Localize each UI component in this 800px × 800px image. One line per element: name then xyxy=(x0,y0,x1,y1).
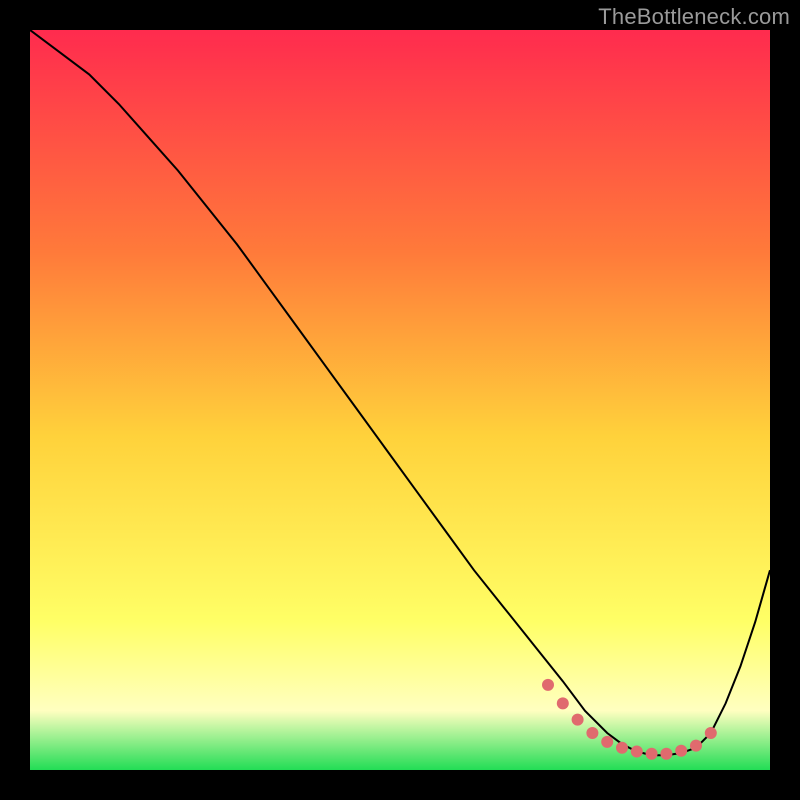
gradient-background xyxy=(30,30,770,770)
marker-dot xyxy=(616,742,628,754)
marker-dot xyxy=(542,679,554,691)
watermark-text: TheBottleneck.com xyxy=(598,4,790,30)
marker-dot xyxy=(675,745,687,757)
chart-svg xyxy=(30,30,770,770)
marker-dot xyxy=(660,748,672,760)
marker-dot xyxy=(646,748,658,760)
marker-dot xyxy=(572,714,584,726)
marker-dot xyxy=(601,736,613,748)
marker-dot xyxy=(586,727,598,739)
marker-dot xyxy=(557,697,569,709)
marker-dot xyxy=(705,727,717,739)
marker-dot xyxy=(690,740,702,752)
plot-area xyxy=(30,30,770,770)
chart-frame: TheBottleneck.com xyxy=(0,0,800,800)
marker-dot xyxy=(631,746,643,758)
